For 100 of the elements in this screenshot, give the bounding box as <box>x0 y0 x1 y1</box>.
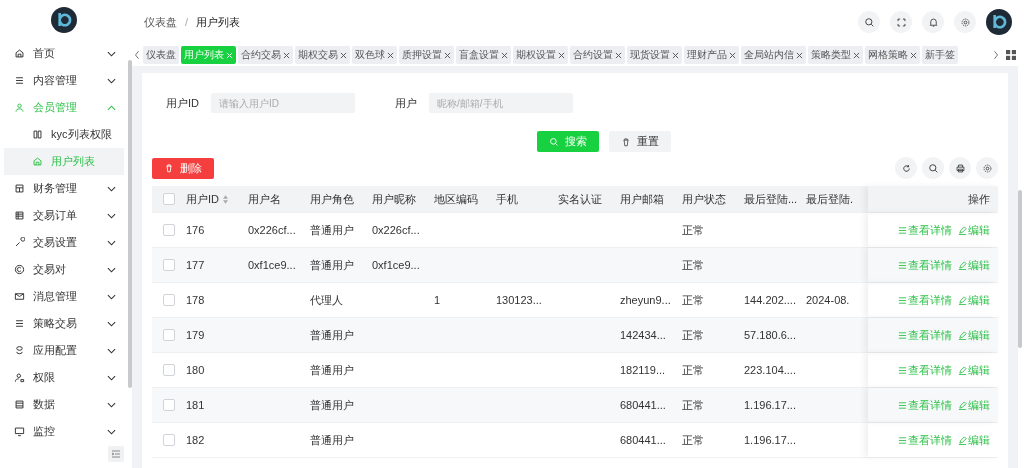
settings-button[interactable] <box>954 11 976 33</box>
search-button[interactable] <box>858 11 880 33</box>
checkbox[interactable] <box>163 224 175 236</box>
tab[interactable]: 质押设置 <box>399 46 454 64</box>
menu-icon <box>14 345 25 356</box>
checkbox[interactable] <box>163 434 175 446</box>
print-button[interactable] <box>949 157 971 179</box>
close-icon[interactable] <box>615 51 622 59</box>
filter-input[interactable]: 请输入用户ID <box>211 93 355 113</box>
sidebar-item[interactable]: 应用配置 <box>0 337 128 364</box>
tab[interactable]: 仪表盘 <box>143 46 179 64</box>
search-button[interactable] <box>922 157 944 179</box>
tab[interactable]: 策略类型 <box>808 46 863 64</box>
close-icon[interactable] <box>910 51 917 59</box>
close-icon[interactable] <box>283 51 290 59</box>
checkbox[interactable] <box>163 193 175 205</box>
menu-icon <box>14 291 25 302</box>
close-icon[interactable] <box>501 51 508 59</box>
tab[interactable]: 盲盒设置 <box>456 46 511 64</box>
menu-icon <box>14 264 25 275</box>
checkbox[interactable] <box>163 399 175 411</box>
table-cell: 182119... <box>620 364 666 376</box>
fullscreen-button[interactable] <box>890 11 912 33</box>
sidebar-item[interactable]: 交易设置 <box>0 229 128 256</box>
column-header: 最后登陆. <box>806 191 855 207</box>
menu-icon <box>32 129 43 140</box>
search-icon <box>549 136 559 147</box>
table-cell: 179 <box>186 329 205 341</box>
close-icon[interactable] <box>444 51 451 59</box>
trash-icon <box>164 163 174 173</box>
sidebar-item[interactable]: 交易订单 <box>0 202 128 229</box>
list-icon <box>898 330 907 340</box>
table-cell: 正常 <box>682 257 704 273</box>
sidebar-item[interactable]: 策略交易 <box>0 310 128 337</box>
breadcrumb-item[interactable]: 用户列表 <box>196 14 241 30</box>
tab[interactable]: 双色球 <box>352 46 397 64</box>
tab[interactable]: 合约交易 <box>238 46 293 64</box>
close-icon[interactable] <box>672 51 679 59</box>
chevron-up-icon <box>107 104 116 111</box>
chevron-down-icon <box>107 401 116 408</box>
menu-icon <box>14 48 25 59</box>
breadcrumb-separator: / <box>185 16 189 28</box>
checkbox[interactable] <box>163 259 175 271</box>
column-header: 用户昵称 <box>372 191 417 207</box>
tab[interactable]: 新手签 <box>922 46 958 64</box>
notification-button[interactable] <box>922 11 944 33</box>
grid-icon[interactable] <box>1006 50 1016 60</box>
tab[interactable]: 合约设置 <box>570 46 625 64</box>
tab[interactable]: 期权交易 <box>295 46 350 64</box>
table-cell: 正常 <box>682 397 704 413</box>
bell-icon <box>927 16 939 28</box>
sidebar-item[interactable]: 内容管理 <box>0 67 128 94</box>
settings-icon <box>959 16 971 28</box>
sidebar-item[interactable]: 首页 <box>0 40 128 67</box>
close-icon[interactable] <box>729 51 736 59</box>
table-cell: zheyun9... <box>620 294 671 306</box>
chevron-down-icon <box>107 293 116 300</box>
close-icon[interactable] <box>558 51 565 59</box>
sidebar-item[interactable]: 消息管理 <box>0 283 128 310</box>
tab[interactable]: 现货设置 <box>627 46 682 64</box>
tab[interactable]: 网格策略 <box>865 46 920 64</box>
close-icon[interactable] <box>387 51 394 59</box>
chevron-left-icon[interactable] <box>134 50 140 60</box>
breadcrumb-item[interactable]: 仪表盘 <box>144 14 177 30</box>
list-icon <box>898 365 907 375</box>
pencil-icon <box>958 260 967 270</box>
sidebar-subitem[interactable]: kyc列表权限 <box>4 121 124 148</box>
sidebar-item[interactable]: 监控 <box>0 418 128 445</box>
refresh-button[interactable] <box>895 157 917 179</box>
sidebar-item[interactable]: 交易对 <box>0 256 128 283</box>
tab[interactable]: 理财产品 <box>684 46 739 64</box>
menu-icon <box>32 156 43 167</box>
sidebar-item[interactable]: 财务管理 <box>0 175 128 202</box>
table-cell: 1.196.17... <box>744 399 796 411</box>
chevron-down-icon <box>107 320 116 327</box>
table-cell: 正常 <box>682 362 704 378</box>
checkbox[interactable] <box>163 364 175 376</box>
avatar-icon[interactable] <box>986 9 1012 35</box>
tab[interactable]: 期权设置 <box>513 46 568 64</box>
settings-button[interactable] <box>976 157 998 179</box>
tab[interactable]: 全局站内信 <box>741 46 806 64</box>
checkbox[interactable] <box>163 329 175 341</box>
table-cell: 普通用户 <box>310 362 354 378</box>
trash-icon <box>621 136 631 147</box>
filter-input[interactable]: 昵称/邮箱/手机 <box>429 93 573 113</box>
refresh-icon <box>900 162 912 174</box>
sidebar-item[interactable]: 数据 <box>0 391 128 418</box>
chevron-down-icon <box>107 428 116 435</box>
reset-button[interactable]: 重置 <box>609 131 671 152</box>
delete-button[interactable]: 删除 <box>152 157 214 179</box>
chevron-right-icon[interactable] <box>993 50 999 60</box>
close-icon[interactable] <box>796 51 803 59</box>
table-cell: 0x226cf... <box>248 224 296 236</box>
checkbox[interactable] <box>163 294 175 306</box>
table-cell: 680441... <box>620 434 666 446</box>
close-icon[interactable] <box>340 51 347 59</box>
printer-icon <box>954 162 966 174</box>
menu-icon <box>14 237 25 248</box>
close-icon[interactable] <box>853 51 860 59</box>
sidebar-item[interactable]: 权限 <box>0 364 128 391</box>
